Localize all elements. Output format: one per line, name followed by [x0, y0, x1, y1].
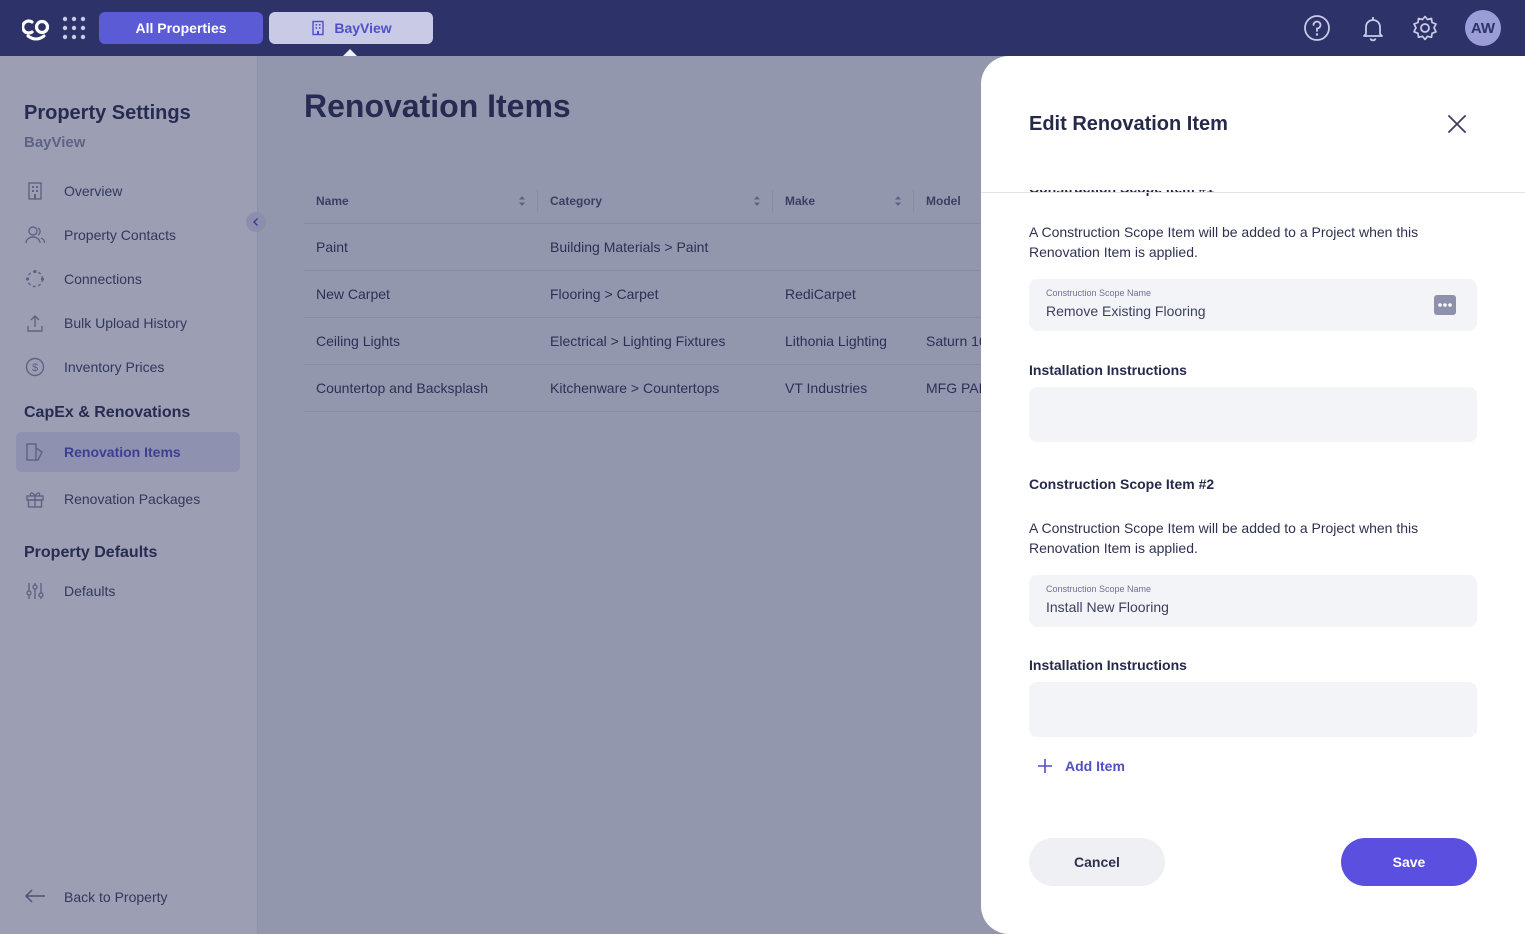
user-avatar[interactable]: AW: [1465, 10, 1501, 46]
drawer-title: Edit Renovation Item: [1029, 113, 1228, 135]
add-item-button[interactable]: Add Item: [1037, 758, 1125, 774]
edit-renovation-item-drawer: Edit Renovation Item Construction Scope …: [981, 56, 1525, 934]
gear-icon[interactable]: [1411, 14, 1439, 42]
scope-item-1-description: A Construction Scope Item will be added …: [1029, 224, 1419, 260]
apps-grid-icon[interactable]: [62, 16, 86, 40]
all-properties-label: All Properties: [135, 20, 227, 36]
building-icon: [312, 20, 325, 36]
active-property-caret: [343, 49, 357, 56]
field-value: Remove Existing Flooring: [1046, 303, 1206, 319]
all-properties-button[interactable]: All Properties: [99, 12, 263, 44]
bell-icon[interactable]: [1359, 14, 1387, 42]
scope-item-2-description: A Construction Scope Item will be added …: [1029, 520, 1419, 556]
more-options-icon[interactable]: [1434, 295, 1456, 315]
scope-item-1-name-field[interactable]: Construction Scope Name Remove Existing …: [1029, 279, 1477, 331]
save-button[interactable]: Save: [1341, 838, 1477, 886]
current-property-button[interactable]: BayView: [269, 12, 433, 44]
avatar-initials: AW: [1470, 19, 1496, 37]
field-label: Construction Scope Name: [1046, 584, 1152, 594]
scope-item-2-instructions-input[interactable]: [1029, 682, 1477, 737]
scope-item-2-heading: Construction Scope Item #2: [1029, 476, 1215, 492]
add-item-label: Add Item: [1065, 758, 1125, 774]
close-icon[interactable]: [1445, 112, 1469, 136]
help-icon[interactable]: [1303, 14, 1331, 42]
cancel-button[interactable]: Cancel: [1029, 838, 1165, 886]
plus-icon: [1038, 759, 1052, 773]
scope-item-1-instructions-input[interactable]: [1029, 387, 1477, 442]
scope-item-2-name-field[interactable]: Construction Scope Name Install New Floo…: [1029, 575, 1477, 627]
top-navigation-bar: All Properties BayView AW: [0, 0, 1525, 56]
scope-item-1-instructions-label: Installation Instructions: [1029, 362, 1187, 378]
scope-item-2-instructions-label: Installation Instructions: [1029, 657, 1187, 673]
scope-item-1-heading: Construction Scope Item #1: [1029, 180, 1215, 196]
logo-icon[interactable]: [22, 15, 50, 41]
field-label: Construction Scope Name: [1046, 288, 1152, 298]
current-property-label: BayView: [334, 20, 392, 36]
drawer-header-divider: [981, 192, 1525, 193]
field-value: Install New Flooring: [1046, 599, 1169, 615]
